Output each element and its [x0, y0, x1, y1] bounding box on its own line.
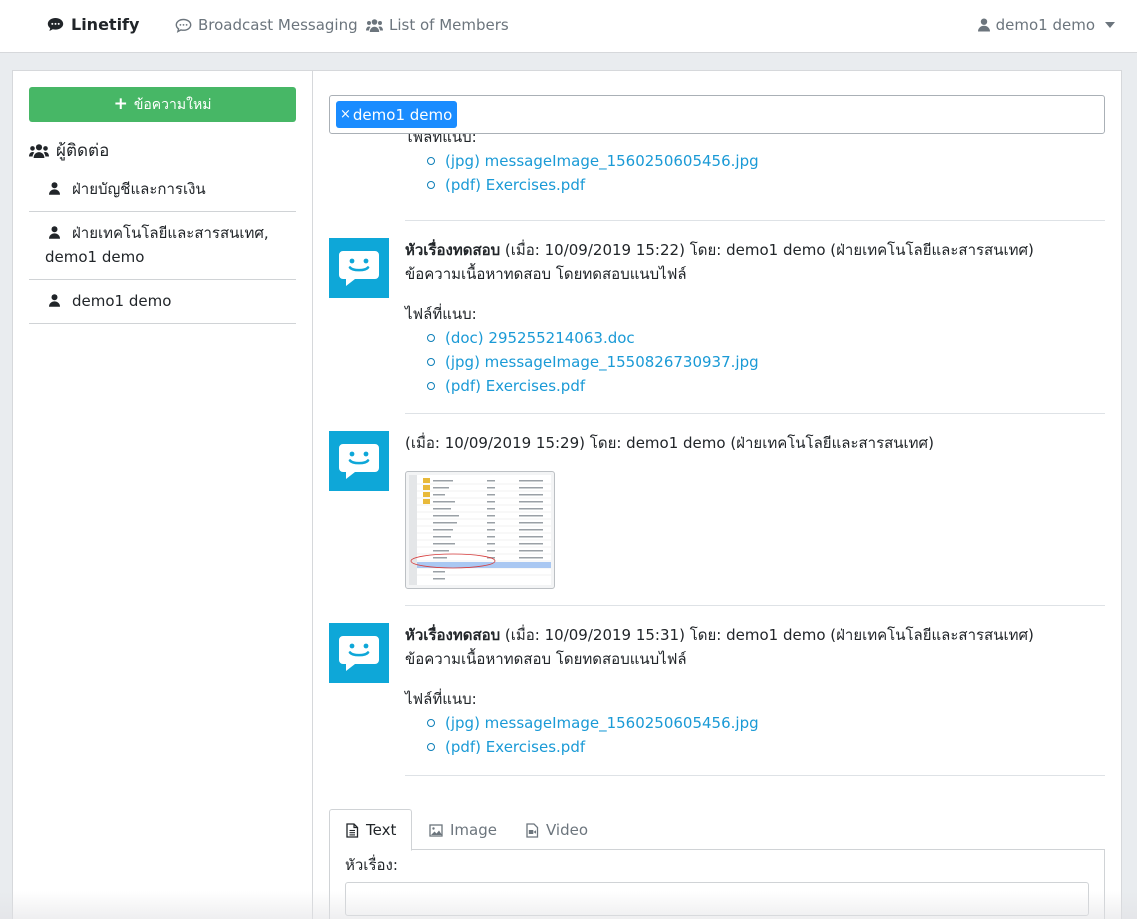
tab-text-label: Text	[366, 821, 397, 839]
subject-input[interactable]	[345, 882, 1089, 916]
attachment-item: (pdf) Exercises.pdf	[425, 374, 1105, 398]
caret-down-icon	[1105, 22, 1115, 28]
message-body: ไฟล์ที่แนบ: (jpg) messageImage_156025060…	[405, 134, 1105, 197]
files-label: ไฟล์ที่แนบ:	[405, 690, 477, 708]
tab-video[interactable]: Video	[510, 809, 603, 851]
message-avatar	[329, 431, 389, 491]
message-divider	[405, 413, 1105, 414]
file-list-screenshot-image	[409, 475, 551, 585]
users-icon	[366, 18, 383, 32]
sidebar: + ข้อความใหม่ ผู้ติดต่อ ฝ่ายบัญชีและการเ…	[13, 71, 313, 919]
message-body: (เมื่อ: 10/09/2019 15:29) โดย: demo1 dem…	[405, 431, 1105, 589]
image-icon	[429, 823, 443, 837]
attachment-link[interactable]: (pdf) Exercises.pdf	[445, 176, 585, 194]
attachment-list: (doc) 295255214063.doc (jpg) messageImag…	[425, 326, 1105, 398]
message-meta: หัวเรื่องทดสอบ (เมื่อ: 10/09/2019 15:31)…	[405, 623, 1105, 647]
message-subject: หัวเรื่องทดสอบ	[405, 241, 501, 259]
user-icon	[49, 226, 60, 239]
message-subject: หัวเรื่องทดสอบ	[405, 626, 501, 644]
users-icon	[29, 143, 49, 158]
contact-item[interactable]: ฝ่ายบัญชีและการเงิน	[29, 168, 296, 212]
message-divider	[405, 220, 1105, 221]
message-meta: หัวเรื่องทดสอบ (เมื่อ: 10/09/2019 15:22)…	[405, 238, 1105, 262]
chat-smile-icon	[339, 444, 379, 479]
message-history[interactable]: ไฟล์ที่แนบ: (jpg) messageImage_156025060…	[329, 134, 1107, 790]
tab-image-label: Image	[450, 821, 497, 839]
attachment-item: (jpg) messageImage_1560250605456.jpg	[425, 711, 1105, 735]
attachment-item: (pdf) Exercises.pdf	[425, 735, 1105, 759]
top-navbar: Linetify Broadcast Messaging List of Mem…	[0, 0, 1137, 53]
brand[interactable]: Linetify	[47, 15, 139, 34]
tab-image[interactable]: Image	[414, 809, 512, 851]
user-icon	[49, 294, 60, 307]
subject-label: หัวเรื่อง:	[345, 856, 398, 874]
contacts-heading-label: ผู้ติดต่อ	[56, 141, 110, 161]
attachment-item: (doc) 295255214063.doc	[425, 326, 1105, 350]
attachment-item: (jpg) messageImage_1550826730937.jpg	[425, 350, 1105, 374]
brand-name: Linetify	[71, 15, 140, 34]
nav-members-label: List of Members	[389, 16, 509, 34]
message-avatar	[329, 238, 389, 298]
video-file-icon	[526, 822, 539, 838]
contact-name: ฝ่ายเทคโนโลยีและสารสนเทศ, demo1 demo	[45, 224, 269, 266]
chat-smile-icon	[339, 636, 379, 671]
new-message-button[interactable]: + ข้อความใหม่	[29, 87, 296, 122]
contacts-heading: ผู้ติดต่อ	[29, 137, 109, 164]
chat-smile-icon	[339, 251, 379, 286]
user-menu-dropdown[interactable]: demo1 demo	[977, 16, 1115, 34]
main-card: + ข้อความใหม่ ผู้ติดต่อ ฝ่ายบัญชีและการเ…	[12, 70, 1122, 919]
attachment-link[interactable]: (jpg) messageImage_1550826730937.jpg	[445, 353, 759, 371]
recipient-tag-label: demo1 demo	[352, 105, 453, 124]
attachment-link[interactable]: (jpg) messageImage_1560250605456.jpg	[445, 152, 759, 170]
attachment-item: (pdf) Exercises.pdf	[425, 173, 1105, 197]
message-divider	[405, 605, 1105, 606]
recipient-select[interactable]: × demo1 demo	[329, 95, 1105, 134]
contact-name: ฝ่ายบัญชีและการเงิน	[72, 180, 206, 198]
attachment-link[interactable]: (jpg) messageImage_1560250605456.jpg	[445, 714, 759, 732]
file-text-icon	[346, 822, 359, 838]
contact-name: demo1 demo	[72, 292, 172, 310]
contact-list: ฝ่ายบัญชีและการเงิน ฝ่ายเทคโนโลยีและสารส…	[29, 168, 296, 324]
new-message-label: ข้อความใหม่	[133, 96, 212, 113]
conversation-panel: × demo1 demo ไฟล์ที่แนบ: (jpg) messageIm…	[329, 71, 1107, 919]
attachment-link[interactable]: (pdf) Exercises.pdf	[445, 377, 585, 395]
tab-video-label: Video	[546, 821, 589, 839]
attachment-list: (jpg) messageImage_1560250605456.jpg (pd…	[425, 149, 1105, 197]
remove-recipient-icon[interactable]: ×	[340, 107, 351, 122]
attachment-list: (jpg) messageImage_1560250605456.jpg (pd…	[425, 711, 1105, 759]
recipient-tag: × demo1 demo	[336, 101, 458, 128]
files-label: ไฟล์ที่แนบ:	[405, 134, 477, 146]
chat-outline-icon	[175, 18, 192, 33]
plus-icon: +	[113, 94, 128, 114]
message-avatar	[329, 623, 389, 683]
user-icon	[977, 18, 990, 32]
contact-item[interactable]: demo1 demo	[29, 280, 296, 324]
image-attachment-thumbnail[interactable]	[405, 471, 555, 589]
message-timestamp: (เมื่อ: 10/09/2019 15:29) โดย: demo1 dem…	[405, 434, 934, 452]
nav-broadcast-messaging[interactable]: Broadcast Messaging	[175, 16, 358, 34]
user-icon	[49, 182, 60, 195]
message-text: ข้อความเนื้อหาทดสอบ โดยทดสอบแนบไฟล์	[405, 265, 687, 283]
text-tab-panel: หัวเรื่อง:	[329, 850, 1105, 919]
message-body: หัวเรื่องทดสอบ (เมื่อ: 10/09/2019 15:31)…	[405, 623, 1105, 759]
attachment-item: (jpg) messageImage_1560250605456.jpg	[425, 149, 1105, 173]
chat-bubble-icon	[47, 18, 64, 31]
message-timestamp: (เมื่อ: 10/09/2019 15:22) โดย: demo1 dem…	[500, 241, 1034, 259]
message-divider	[405, 775, 1105, 776]
message-body: หัวเรื่องทดสอบ (เมื่อ: 10/09/2019 15:22)…	[405, 238, 1105, 398]
composer-tabs: Text Image Video	[329, 809, 1105, 851]
nav-broadcast-label: Broadcast Messaging	[198, 16, 358, 34]
message-timestamp: (เมื่อ: 10/09/2019 15:31) โดย: demo1 dem…	[500, 626, 1034, 644]
tab-text[interactable]: Text	[329, 809, 413, 851]
files-label: ไฟล์ที่แนบ:	[405, 305, 477, 323]
user-menu-label: demo1 demo	[995, 16, 1095, 34]
attachment-link[interactable]: (pdf) Exercises.pdf	[445, 738, 585, 756]
message-text: ข้อความเนื้อหาทดสอบ โดยทดสอบแนบไฟล์	[405, 650, 687, 668]
nav-list-of-members[interactable]: List of Members	[366, 16, 509, 34]
contact-item[interactable]: ฝ่ายเทคโนโลยีและสารสนเทศ, demo1 demo	[29, 212, 296, 280]
attachment-link[interactable]: (doc) 295255214063.doc	[445, 329, 635, 347]
